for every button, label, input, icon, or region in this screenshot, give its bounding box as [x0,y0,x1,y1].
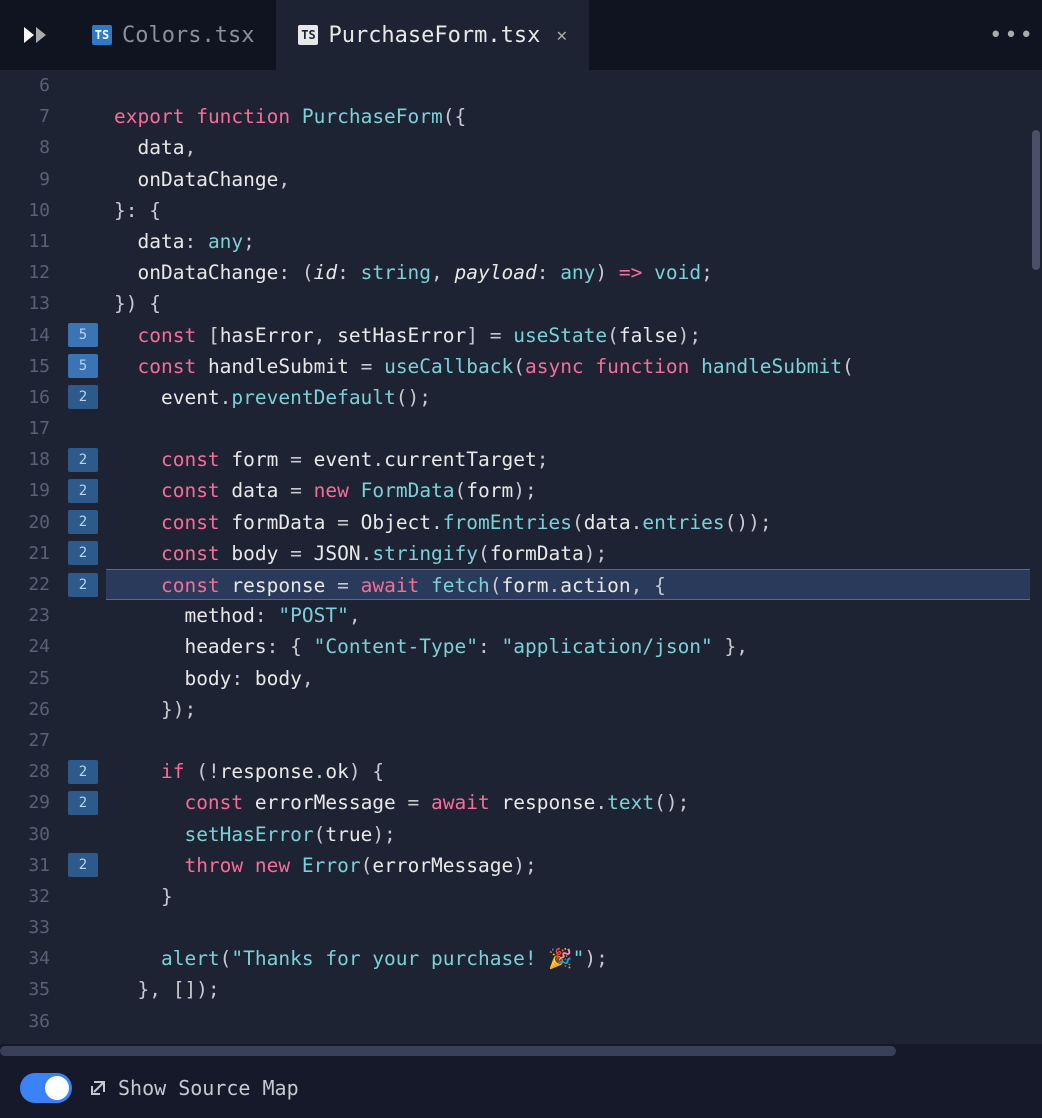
titlebar: TS Colors.tsx TS PurchaseForm.tsx ✕ ••• [0,0,1042,70]
scrollbar-thumb[interactable] [0,1046,896,1056]
scrollbar-horizontal[interactable] [0,1044,1042,1058]
app-logo-icon [0,0,70,70]
tab-purchaseform[interactable]: TS PurchaseForm.tsx ✕ [276,0,589,70]
code-area[interactable]: export function PurchaseForm({ data, onD… [106,70,1030,1044]
tab-label: Colors.tsx [122,23,254,48]
source-map-label[interactable]: Show Source Map [88,1076,299,1100]
statusbar: Show Source Map [0,1058,1042,1118]
tabs: TS Colors.tsx TS PurchaseForm.tsx ✕ [70,0,982,70]
line-numbers: 6789101112131415161718192021222324252627… [0,70,60,1044]
close-icon[interactable]: ✕ [556,25,567,46]
toggle-knob [45,1076,69,1100]
external-link-icon [88,1078,108,1098]
scrollbar-thumb[interactable] [1032,130,1040,270]
source-map-toggle[interactable] [20,1073,72,1103]
hit-count-gutter: 55222222222 [60,70,106,1044]
scrollbar-vertical[interactable] [1030,70,1042,1044]
ts-icon: TS [92,25,112,45]
more-menu-button[interactable]: ••• [982,0,1042,70]
tab-label: PurchaseForm.tsx [328,23,540,48]
editor: 6789101112131415161718192021222324252627… [0,70,1042,1044]
ts-icon: TS [298,25,318,45]
tab-colors[interactable]: TS Colors.tsx [70,0,276,70]
